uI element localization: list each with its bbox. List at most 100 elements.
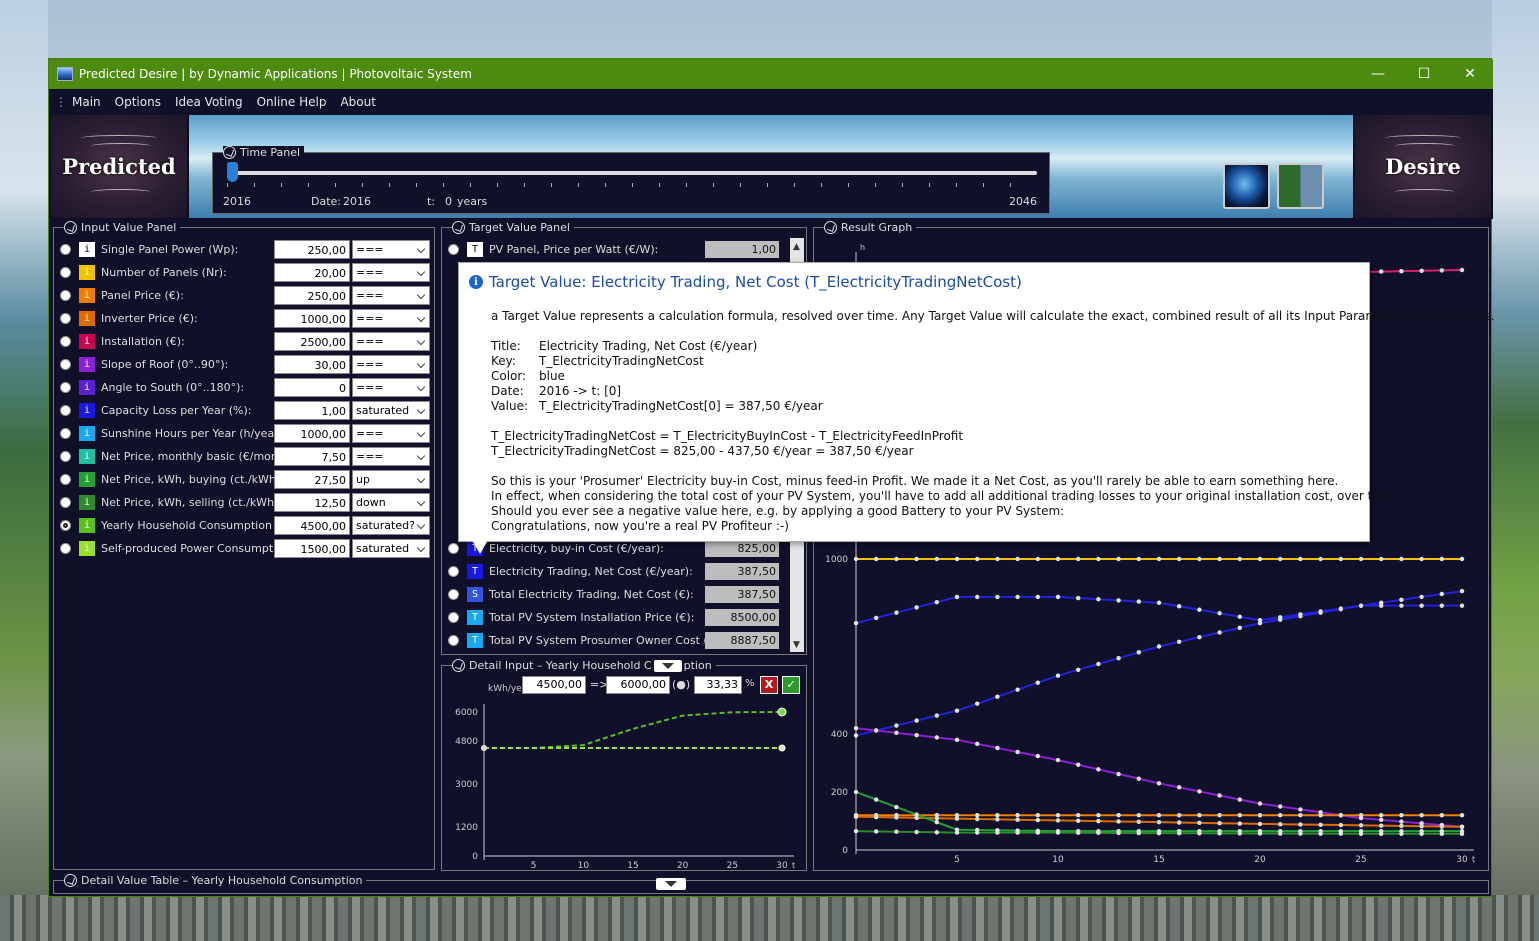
- series-point[interactable]: [1076, 762, 1081, 767]
- series-point[interactable]: [1217, 611, 1222, 616]
- series-point[interactable]: [874, 829, 879, 834]
- series-point[interactable]: [1298, 822, 1303, 827]
- input-badge-icon[interactable]: i: [79, 518, 95, 533]
- input-value-field[interactable]: 30,00: [274, 355, 350, 374]
- series-point[interactable]: [975, 741, 980, 747]
- panel-pin-icon[interactable]: [223, 146, 236, 159]
- series-point[interactable]: [874, 615, 879, 621]
- series-point[interactable]: [1136, 556, 1141, 562]
- input-mode-select[interactable]: ===: [352, 355, 430, 374]
- series-point[interactable]: [1197, 556, 1202, 562]
- series-point[interactable]: [1278, 556, 1283, 562]
- series-point[interactable]: [1399, 603, 1404, 608]
- series-point[interactable]: [853, 733, 859, 738]
- detail-percent-input[interactable]: 33,33: [694, 676, 742, 694]
- series-point[interactable]: [1035, 594, 1040, 600]
- series-point[interactable]: [1015, 830, 1020, 835]
- input-badge-icon[interactable]: i: [79, 380, 95, 395]
- series-point[interactable]: [995, 745, 1000, 751]
- input-mode-select[interactable]: ===: [352, 286, 430, 305]
- series-point[interactable]: [853, 620, 859, 626]
- series-point[interactable]: [1015, 687, 1020, 692]
- series-point[interactable]: [1116, 655, 1121, 661]
- series-point[interactable]: [1298, 807, 1303, 812]
- series-point[interactable]: [1338, 831, 1343, 836]
- close-button[interactable]: ✕: [1447, 59, 1493, 89]
- series-point[interactable]: [1298, 831, 1303, 836]
- series-point[interactable]: [1177, 785, 1182, 790]
- input-row-radio[interactable]: [60, 428, 71, 439]
- series-point[interactable]: [975, 830, 980, 835]
- target-badge-icon[interactable]: T: [467, 564, 483, 579]
- series-point[interactable]: [1055, 818, 1061, 823]
- series-point[interactable]: [1318, 813, 1323, 818]
- series-point[interactable]: [894, 730, 899, 736]
- series-point[interactable]: [1419, 824, 1424, 829]
- series-point[interactable]: [1096, 818, 1101, 824]
- series-point[interactable]: [874, 556, 879, 562]
- series-point[interactable]: [1156, 819, 1162, 825]
- series-point[interactable]: [1197, 634, 1202, 640]
- series-point[interactable]: [1459, 824, 1465, 829]
- series-point[interactable]: [1459, 813, 1465, 818]
- series-point[interactable]: [1055, 757, 1061, 763]
- series-point[interactable]: [1298, 813, 1303, 818]
- series-point[interactable]: [1116, 771, 1121, 777]
- series-point[interactable]: [1055, 556, 1061, 562]
- input-badge-icon[interactable]: i: [79, 472, 95, 487]
- panel-pin-icon[interactable]: [452, 659, 465, 672]
- target-row-radio[interactable]: [448, 612, 459, 623]
- series-point[interactable]: [934, 819, 939, 825]
- series-point[interactable]: [1197, 820, 1202, 826]
- input-value-field[interactable]: 1500,00: [274, 539, 350, 558]
- series-point[interactable]: [1217, 813, 1222, 818]
- series-point[interactable]: [894, 804, 899, 810]
- series-point[interactable]: [874, 797, 879, 802]
- series-point[interactable]: [1358, 603, 1364, 608]
- series-point[interactable]: [1237, 831, 1242, 836]
- series-point[interactable]: [1136, 650, 1141, 655]
- series-point[interactable]: [934, 713, 939, 718]
- series-point[interactable]: [914, 829, 919, 835]
- time-slider-thumb[interactable]: [227, 162, 238, 182]
- series-point[interactable]: [1136, 830, 1141, 836]
- input-badge-icon[interactable]: i: [79, 334, 95, 349]
- input-mode-select[interactable]: ===: [352, 309, 430, 328]
- input-badge-icon[interactable]: i: [79, 426, 95, 441]
- series-point[interactable]: [1318, 610, 1323, 615]
- cancel-button[interactable]: X: [760, 676, 778, 694]
- series-point[interactable]: [1217, 556, 1222, 562]
- input-badge-icon[interactable]: i: [79, 265, 95, 280]
- input-value-field[interactable]: 0: [274, 378, 350, 397]
- series-point[interactable]: [1015, 813, 1020, 818]
- series-point[interactable]: [1076, 556, 1081, 562]
- series-point[interactable]: [934, 816, 939, 821]
- series-point[interactable]: [1419, 831, 1424, 836]
- series-point[interactable]: [1015, 817, 1020, 822]
- menu-online-help[interactable]: Online Help: [252, 95, 336, 109]
- target-row-radio[interactable]: [448, 244, 459, 255]
- series-point[interactable]: [1096, 767, 1101, 772]
- scroll-up-icon[interactable]: ▲: [793, 242, 800, 252]
- series-point[interactable]: [1116, 598, 1121, 603]
- series-point[interactable]: [778, 744, 786, 752]
- series-point[interactable]: [1278, 804, 1283, 809]
- series-point[interactable]: [874, 728, 879, 733]
- detail-mode-radio[interactable]: (●): [672, 678, 690, 691]
- series-point[interactable]: [1096, 830, 1101, 836]
- series-point[interactable]: [1197, 789, 1202, 794]
- series-point[interactable]: [1217, 630, 1222, 635]
- series-point[interactable]: [975, 556, 980, 562]
- series-point[interactable]: [1116, 819, 1121, 824]
- series-point[interactable]: [1035, 813, 1040, 818]
- series-point[interactable]: [1338, 813, 1343, 818]
- series-point[interactable]: [954, 708, 960, 713]
- input-value-field[interactable]: 1,00: [274, 401, 350, 420]
- series-point[interactable]: [1318, 822, 1323, 827]
- series-point[interactable]: [1197, 813, 1202, 818]
- series-point[interactable]: [1439, 813, 1444, 818]
- input-badge-icon[interactable]: i: [79, 288, 95, 303]
- series-point[interactable]: [1035, 753, 1040, 759]
- minimize-button[interactable]: —: [1355, 59, 1401, 89]
- series-point[interactable]: [1379, 603, 1384, 608]
